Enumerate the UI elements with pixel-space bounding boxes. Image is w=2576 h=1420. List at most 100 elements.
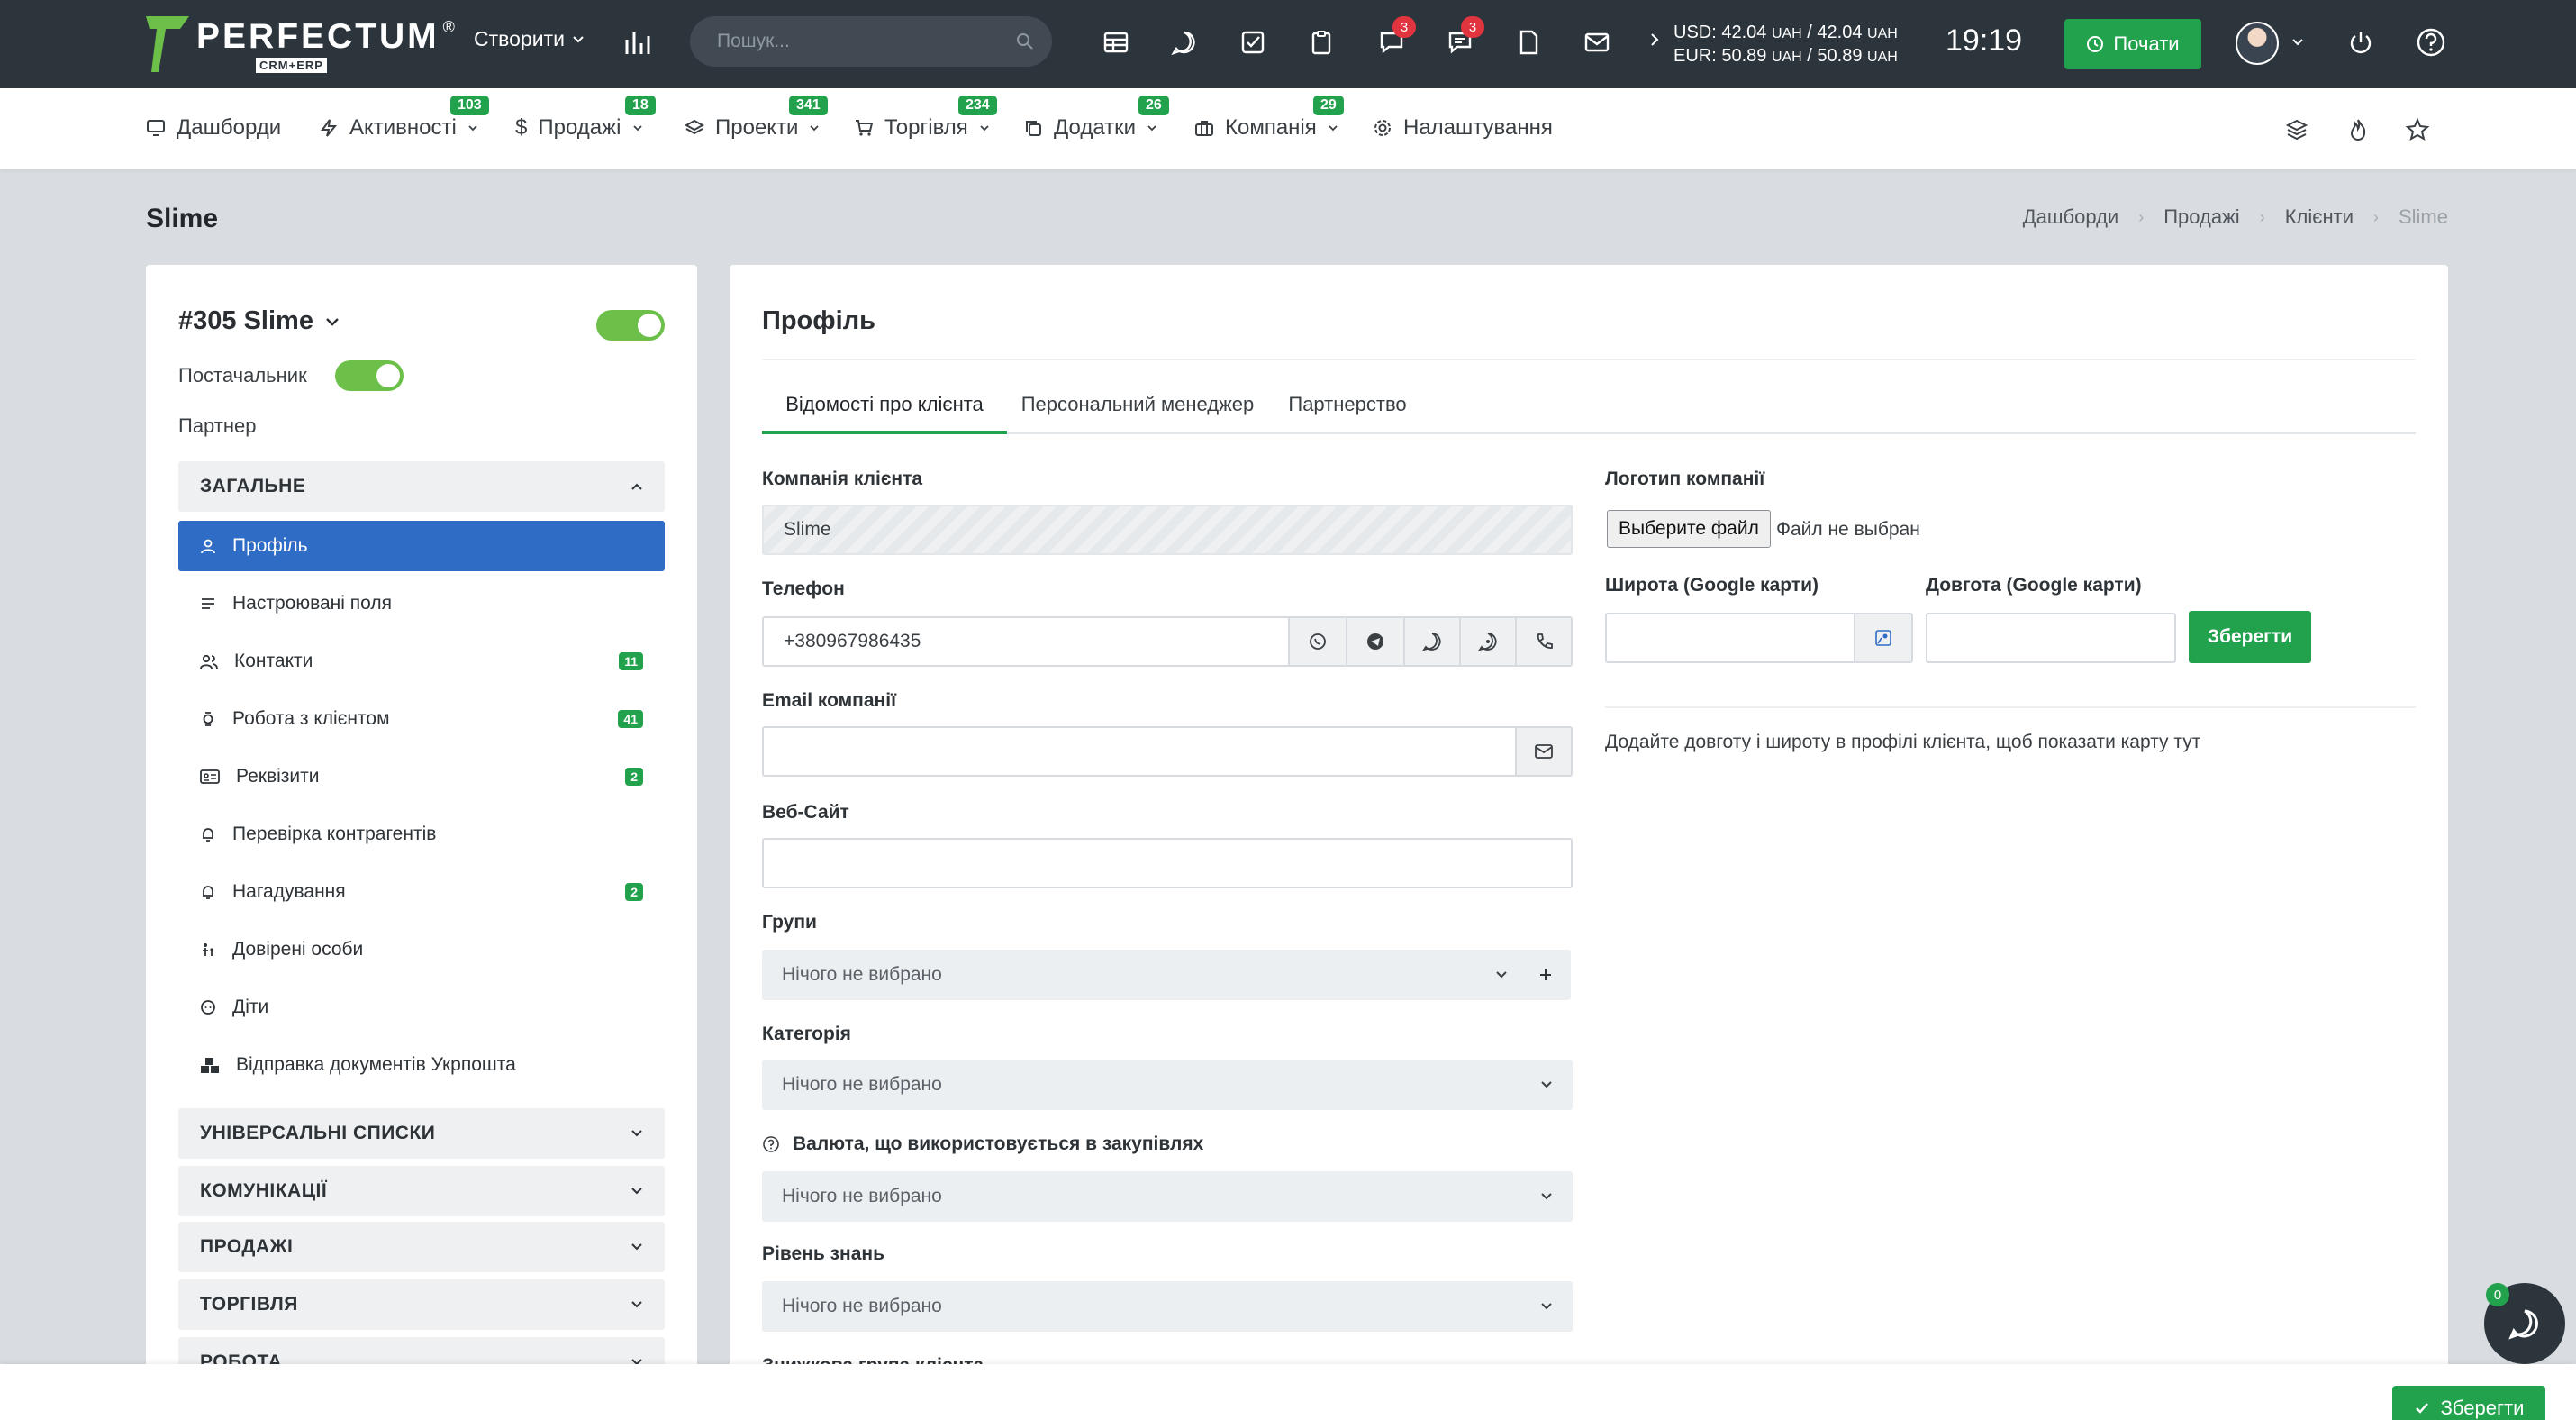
nav-projects[interactable]: Проекти 341 <box>685 96 828 141</box>
save-button[interactable]: Зберегти <box>2392 1386 2545 1420</box>
file-status: Файл не выбран <box>1776 519 1920 540</box>
phone-call-icon[interactable] <box>1515 616 1573 667</box>
longitude-input[interactable] <box>1926 613 2176 663</box>
mail-icon[interactable] <box>1515 726 1573 777</box>
add-group-button[interactable] <box>1520 950 1571 1000</box>
sidebar-item-contacts[interactable]: Контакти 11 <box>178 636 665 687</box>
count-badge: 2 <box>625 883 643 901</box>
power-icon[interactable] <box>2344 25 2378 59</box>
breadcrumb-item[interactable]: Дашборди <box>2023 205 2118 229</box>
section-universal-lists[interactable]: УНІВЕРСАЛЬНІ СПИСКИ <box>178 1108 665 1159</box>
supplier-toggle[interactable] <box>335 360 404 391</box>
tab-client-info[interactable]: Відомості про клієнта <box>762 391 1007 434</box>
section-communications[interactable]: КОМУНІКАЦІЇ <box>178 1166 665 1216</box>
logo-label: Логотип компанії <box>1605 469 1765 489</box>
count-badge: 11 <box>619 652 643 670</box>
nav-dashboards[interactable]: Дашборди <box>146 115 281 141</box>
whatsapp-icon[interactable] <box>1403 616 1461 667</box>
nav-activities[interactable]: Активності 103 <box>319 96 489 141</box>
question-circle-icon[interactable] <box>762 1135 780 1153</box>
chevron-down-icon <box>468 125 477 132</box>
check-icon <box>2415 1403 2428 1414</box>
baby-face-icon <box>201 1000 215 1015</box>
company-value: Slime <box>784 519 831 540</box>
latitude-input[interactable] <box>1605 613 1857 663</box>
brand-name: PERFECTUM <box>196 17 440 56</box>
sidebar-item-reminders[interactable]: Нагадування 2 <box>178 867 665 917</box>
choose-file-button[interactable]: Выберите файл <box>1607 510 1771 548</box>
save-coordinates-button[interactable]: Зберегти <box>2189 611 2311 663</box>
sidebar-item-label: Робота з клієнтом <box>232 708 390 729</box>
help-icon[interactable] <box>2414 25 2448 59</box>
viber-icon[interactable] <box>1288 616 1347 667</box>
breadcrumb-item[interactable]: Клієнти <box>2285 205 2354 229</box>
section-sales[interactable]: ПРОДАЖІ <box>178 1222 665 1272</box>
sidebar-item-label: Перевірка контрагентів <box>232 824 437 844</box>
sidebar-item-trusted-persons[interactable]: Довірені особи <box>178 924 665 975</box>
nav-trade[interactable]: Торгівля 234 <box>854 96 997 141</box>
bell-icon <box>203 828 213 842</box>
knowledge-label: Рівень знань <box>762 1243 884 1264</box>
top-bar: PERFECTUM® CRM+ERP Створити 3 3 U <box>0 0 2576 88</box>
website-input[interactable] <box>762 838 1573 888</box>
phone-input[interactable]: +380967986435 <box>762 616 1290 667</box>
messages-icon[interactable]: 3 <box>1374 16 1416 59</box>
client-active-toggle[interactable] <box>596 310 665 341</box>
currency-select[interactable]: Нічого не вибрано <box>762 1171 1573 1222</box>
nav-settings[interactable]: Налаштування <box>1373 115 1553 141</box>
sidebar-item-children[interactable]: Діти <box>178 982 665 1033</box>
currency-rates: USD: 42.04 UAH / 42.04 UAH EUR: 50.89 UA… <box>1673 23 1898 66</box>
nav-sales[interactable]: $ Продажі 18 <box>515 96 656 141</box>
sidebar-item-requisites[interactable]: Реквізити 2 <box>178 751 665 802</box>
category-select[interactable]: Нічого не вибрано <box>762 1060 1573 1110</box>
search-input[interactable] <box>717 31 1016 52</box>
tasks-checkbox-icon[interactable] <box>1236 25 1270 59</box>
breadcrumb-separator: › <box>2259 207 2265 226</box>
stack-icon[interactable] <box>2281 114 2313 146</box>
sidebar-item-client-work[interactable]: Робота з клієнтом 41 <box>178 694 665 744</box>
document-icon[interactable] <box>1511 25 1546 59</box>
email-input[interactable] <box>762 726 1519 777</box>
knowledge-select[interactable]: Нічого не вибрано <box>762 1281 1573 1332</box>
chat-bubble-icon[interactable] <box>1167 25 1202 59</box>
logo-mark-icon <box>146 16 189 72</box>
tab-personal-manager[interactable]: Персональний менеджер <box>1007 391 1268 434</box>
groups-select[interactable]: Нічого не вибрано <box>762 950 1528 1000</box>
chevron-right-icon[interactable] <box>1648 32 1661 47</box>
sidebar-item-custom-fields[interactable]: Настроювані поля <box>178 578 665 629</box>
mail-icon[interactable] <box>1580 25 1614 59</box>
comments-icon[interactable]: 3 <box>1443 16 1484 59</box>
table-icon[interactable] <box>1099 25 1133 59</box>
avatar[interactable] <box>2236 22 2279 65</box>
create-menu[interactable]: Створити <box>474 27 585 51</box>
search-icon[interactable] <box>1016 32 1034 50</box>
telegram-icon[interactable] <box>1346 616 1405 667</box>
supplier-label: Постачальник <box>178 364 307 387</box>
logo[interactable]: PERFECTUM ® CRM+ERP <box>144 13 455 74</box>
search-box[interactable] <box>690 16 1052 67</box>
whatsapp-business-icon[interactable] <box>1459 616 1517 667</box>
breadcrumb-item[interactable]: Продажі <box>2163 205 2239 229</box>
nav-badge: 26 <box>1138 96 1169 115</box>
page-title: Slime <box>146 204 219 233</box>
clipboard-icon[interactable] <box>1304 25 1338 59</box>
nav-addons[interactable]: Додатки 26 <box>1023 96 1169 141</box>
star-icon[interactable] <box>2401 114 2434 146</box>
fire-icon[interactable] <box>2342 114 2374 146</box>
nav-company[interactable]: Компанія 29 <box>1194 96 1344 141</box>
main-nav: Дашборди Активності 103 $ Продажі 18 Про… <box>0 88 2576 169</box>
reports-chart-icon[interactable] <box>621 27 652 58</box>
section-trade[interactable]: ТОРГІВЛЯ <box>178 1279 665 1330</box>
chevron-down-icon <box>631 1188 642 1195</box>
section-general[interactable]: ЗАГАЛЬНЕ <box>178 461 665 512</box>
map-pin-icon[interactable] <box>1854 613 1913 663</box>
chevron-down-icon[interactable] <box>2291 36 2304 49</box>
sidebar-item-profile[interactable]: Профіль <box>178 521 665 571</box>
tab-partnership[interactable]: Партнерство <box>1268 391 1427 434</box>
client-title[interactable]: #305 Slime <box>178 306 340 336</box>
sidebar-item-counterparty-check[interactable]: Перевірка контрагентів <box>178 809 665 860</box>
client-sidebar: #305 Slime Постачальник Партнер ЗАГАЛЬНЕ… <box>146 265 697 1420</box>
currency-label-row: Валюта, що використовується в закупівлях <box>762 1133 1203 1155</box>
sidebar-item-ukrposhta[interactable]: Відправка документів Укрпошта <box>178 1040 665 1090</box>
start-timer-button[interactable]: Почати <box>2064 19 2201 69</box>
